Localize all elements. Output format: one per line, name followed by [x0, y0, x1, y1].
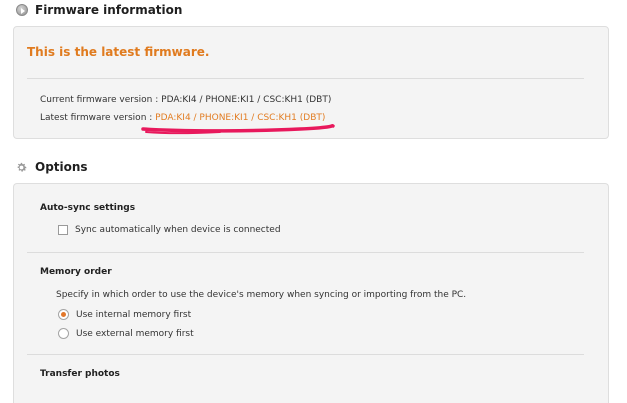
autosync-option[interactable]: Sync automatically when device is connec… — [58, 225, 281, 235]
internal-memory-label: Use internal memory first — [76, 309, 192, 320]
options-section-header: Options — [15, 160, 88, 174]
memory-option-external[interactable]: Use external memory first — [58, 328, 194, 339]
autosync-checkbox[interactable] — [58, 225, 68, 235]
divider — [27, 354, 584, 355]
external-memory-radio[interactable] — [58, 328, 69, 339]
external-memory-label: Use external memory first — [76, 328, 194, 339]
autosync-heading: Auto-sync settings — [40, 203, 136, 213]
memory-option-internal[interactable]: Use internal memory first — [58, 309, 191, 320]
internal-memory-radio[interactable] — [58, 309, 69, 320]
transfer-photos-heading: Transfer photos — [40, 369, 120, 379]
options-section-title: Options — [35, 160, 88, 174]
autosync-checkbox-label: Sync automatically when device is connec… — [75, 225, 281, 235]
gear-icon — [17, 162, 27, 172]
memory-order-heading: Memory order — [40, 267, 112, 277]
memory-order-description: Specify in which order to use the device… — [56, 290, 467, 300]
divider — [27, 252, 584, 253]
